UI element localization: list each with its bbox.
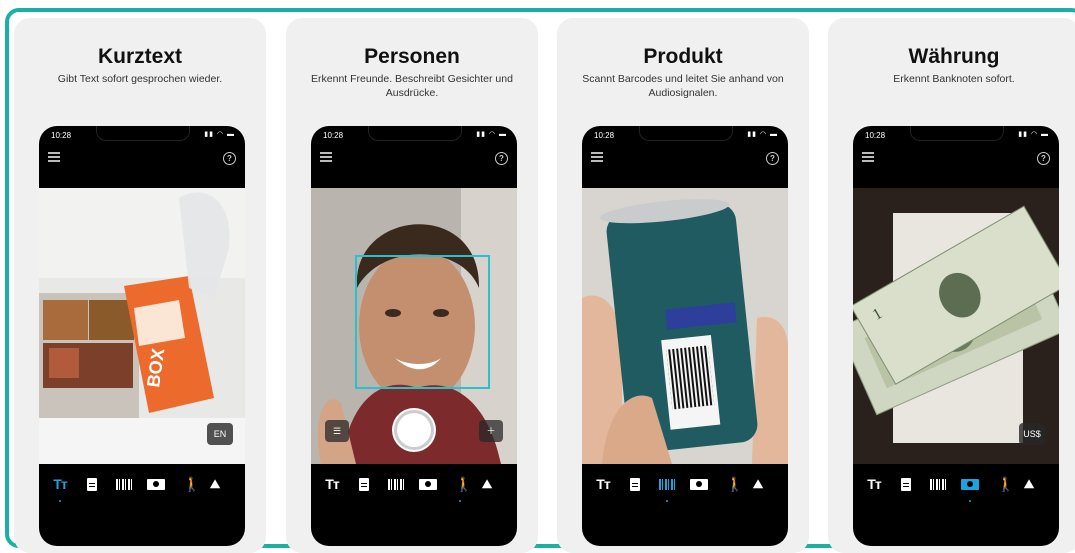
- signal-battery-icon: ▮▮ ◠ ▬: [476, 131, 507, 138]
- mode-document[interactable]: [353, 476, 375, 496]
- mode-document[interactable]: [81, 476, 103, 496]
- barcode-icon: [930, 479, 946, 490]
- menu-icon[interactable]: [862, 152, 874, 164]
- mode-currency[interactable]: [959, 476, 981, 502]
- barcode-icon: [388, 479, 404, 490]
- person-icon: 🚶: [183, 476, 201, 492]
- document-icon: [630, 478, 640, 491]
- mode-short-text[interactable]: Tт: [592, 476, 614, 496]
- face-detection-box: [355, 255, 490, 389]
- currency-icon: [147, 479, 165, 490]
- mode-bar: Tт 🚶 ⛰: [39, 464, 245, 514]
- phone-mockup: 10:28 ▮▮ ◠ ▬ ? ☰ ＋ Tт 🚶 ⛰: [311, 126, 517, 546]
- currency-chip[interactable]: US$: [1019, 423, 1045, 445]
- help-icon[interactable]: ?: [1037, 152, 1050, 165]
- help-icon[interactable]: ?: [495, 152, 508, 165]
- mode-scene[interactable]: ⛰: [752, 476, 774, 496]
- signal-battery-icon: ▮▮ ◠ ▬: [204, 131, 235, 138]
- person-icon: 🚶: [726, 476, 744, 492]
- help-icon[interactable]: ?: [223, 152, 236, 165]
- add-person-button[interactable]: ＋: [479, 420, 503, 442]
- status-time: 10:28: [323, 131, 344, 140]
- card-waehrung: Währung Erkennt Banknoten sofort. 10:28 …: [828, 18, 1075, 553]
- mode-scene[interactable]: ⛰: [1023, 476, 1045, 496]
- mode-document[interactable]: [624, 476, 646, 496]
- status-time: 10:28: [51, 131, 72, 140]
- help-icon[interactable]: ?: [766, 152, 779, 165]
- scene-icon: ⛰: [482, 477, 493, 491]
- card-subtitle: Scannt Barcodes und leitet Sie anhand vo…: [582, 73, 784, 99]
- menu-icon[interactable]: [48, 152, 60, 164]
- shutter-button[interactable]: [397, 413, 431, 447]
- card-subtitle: Gibt Text sofort gesprochen wieder.: [57, 73, 223, 85]
- barcode-icon: [659, 479, 675, 490]
- camera-view: 1 US$: [853, 188, 1059, 464]
- mode-barcode[interactable]: [927, 476, 949, 496]
- person-icon: 🚶: [455, 476, 473, 492]
- notch: [639, 126, 733, 141]
- person-icon: 🚶: [997, 476, 1015, 492]
- phone-mockup: 10:28 ▮▮ ◠ ▬ ? 1 US$ Tт 🚶 ⛰: [853, 126, 1059, 546]
- document-icon: [359, 478, 369, 491]
- language-chip[interactable]: EN: [207, 423, 233, 445]
- scene-icon: ⛰: [1024, 477, 1035, 491]
- menu-icon[interactable]: [591, 152, 603, 164]
- card-title: Personen: [364, 45, 460, 68]
- card-title: Produkt: [643, 45, 723, 68]
- card-title: Währung: [908, 45, 1000, 68]
- notch: [96, 126, 190, 141]
- mode-short-text[interactable]: Tт: [49, 476, 71, 502]
- status-time: 10:28: [594, 131, 615, 140]
- card-title: Kurztext: [97, 45, 182, 68]
- card-subtitle: Erkennt Banknoten sofort.: [893, 73, 1015, 85]
- card-kurztext: Kurztext Gibt Text sofort gesprochen wie…: [14, 18, 266, 553]
- card-produkt: Produkt Scannt Barcodes und leitet Sie a…: [557, 18, 809, 553]
- card-personen: Personen Erkennt Freunde. Beschreibt Ges…: [286, 18, 538, 553]
- currency-icon: [961, 479, 979, 490]
- mode-document[interactable]: [895, 476, 917, 496]
- mode-bar: Tт 🚶 ⛰: [853, 464, 1059, 514]
- mode-person[interactable]: 🚶: [991, 476, 1015, 496]
- mode-short-text[interactable]: Tт: [863, 476, 885, 496]
- mode-bar: Tт 🚶 ⛰: [311, 464, 517, 514]
- mode-barcode[interactable]: [385, 476, 407, 496]
- mode-short-text[interactable]: Tт: [321, 476, 343, 496]
- scene-icon: ⛰: [753, 477, 764, 491]
- scene-icon: ⛰: [210, 477, 221, 491]
- mode-scene[interactable]: ⛰: [209, 476, 231, 496]
- document-icon: [87, 478, 97, 491]
- mode-currency[interactable]: [688, 476, 710, 496]
- mode-currency[interactable]: [145, 476, 167, 496]
- signal-battery-icon: ▮▮ ◠ ▬: [747, 131, 778, 138]
- menu-icon[interactable]: [320, 152, 332, 164]
- status-time: 10:28: [865, 131, 886, 140]
- mode-person[interactable]: 🚶: [449, 476, 473, 502]
- phone-mockup: 10:28 ▮▮ ◠ ▬ ? Tт 🚶 ⛰: [582, 126, 788, 546]
- mode-person[interactable]: 🚶: [177, 476, 201, 496]
- card-subtitle: Erkennt Freunde. Beschreibt Gesichter un…: [311, 73, 513, 99]
- document-icon: [901, 478, 911, 491]
- camera-view: BOX EN: [39, 188, 245, 464]
- mode-scene[interactable]: ⛰: [481, 476, 503, 496]
- mode-person[interactable]: 🚶: [720, 476, 744, 496]
- notch: [910, 126, 1004, 141]
- camera-view: ☰ ＋: [311, 188, 517, 464]
- mode-barcode[interactable]: [113, 476, 135, 496]
- notch: [368, 126, 462, 141]
- mode-bar: Tт 🚶 ⛰: [582, 464, 788, 514]
- barcode-icon: [116, 479, 132, 490]
- mode-currency[interactable]: [417, 476, 439, 496]
- mode-barcode[interactable]: [656, 476, 678, 502]
- can-photo: [582, 188, 788, 464]
- signal-battery-icon: ▮▮ ◠ ▬: [1018, 131, 1049, 138]
- camera-view: [582, 188, 788, 464]
- currency-icon: [419, 479, 437, 490]
- phone-mockup: 10:28 ▮▮ ◠ ▬ ? BOX EN Tт 🚶 ⛰: [39, 126, 245, 546]
- currency-icon: [690, 479, 708, 490]
- people-list-button[interactable]: ☰: [325, 420, 349, 442]
